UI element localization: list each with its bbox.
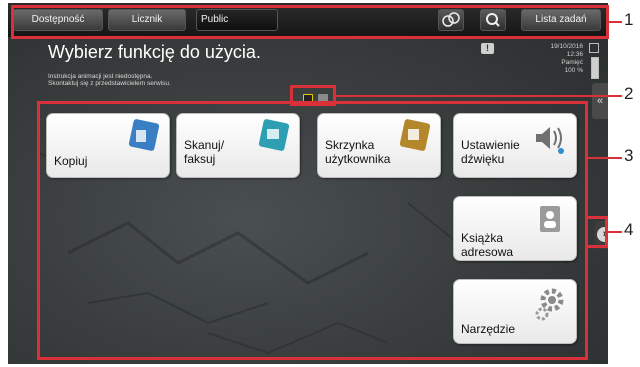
animation-notice: Instrukcja animacji jest niedostępna. Sk…	[48, 73, 171, 87]
callout-number-2: 2	[624, 84, 634, 103]
date-text: 19/10/2016	[550, 43, 583, 50]
callout-box-4	[585, 216, 608, 248]
memory-gauge-fill	[592, 58, 598, 78]
page-title: Wybierz funkcję do użycia.	[48, 42, 261, 62]
callout-box-3	[37, 101, 588, 360]
callout-number-1: 1	[624, 10, 634, 29]
memory-label: Pamięć	[561, 59, 583, 66]
memory-gauge	[591, 57, 599, 79]
status-info: 19/10/2016 12:36 Pamięć 100 %	[523, 43, 583, 75]
callout-number-4: 4	[624, 220, 634, 239]
sidebar-toggle-tab[interactable]: «	[592, 83, 608, 119]
callout-line-3	[588, 157, 622, 159]
callout-line-1	[609, 21, 622, 23]
memory-icon	[589, 43, 599, 53]
callout-number-3: 3	[624, 146, 634, 165]
memory-value: 100 %	[564, 67, 583, 74]
time-text: 12:36	[566, 51, 583, 58]
warning-icon[interactable]: !	[481, 43, 494, 54]
callout-line-4	[608, 231, 622, 233]
callout-box-1	[11, 5, 609, 39]
callout-line-2	[336, 95, 622, 97]
notice-line-1: Instrukcja animacji jest niedostępna.	[48, 73, 153, 80]
notice-line-2: Skontaktuj się z przedstawicielem serwis…	[48, 80, 171, 87]
